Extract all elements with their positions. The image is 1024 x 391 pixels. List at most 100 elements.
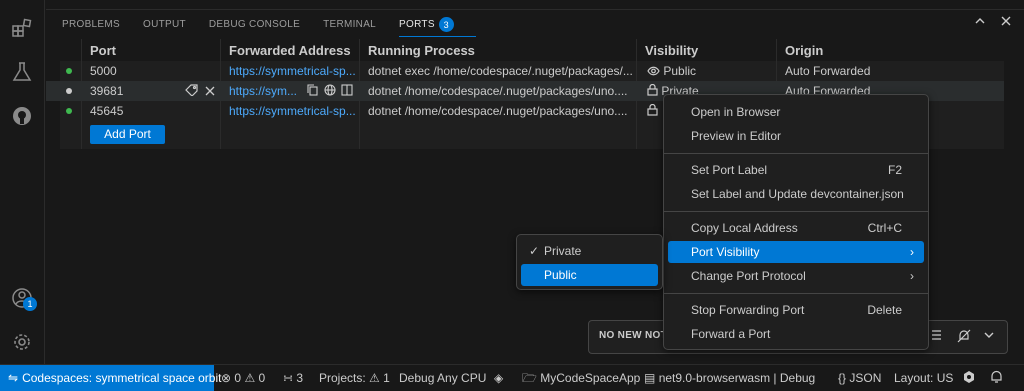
col-header-port[interactable]: Port [90, 40, 116, 62]
col-header-visibility[interactable]: Visibility [645, 40, 698, 62]
panel-tabs: PROBLEMS OUTPUT DEBUG CONSOLE TERMINAL P… [62, 17, 477, 37]
menu-item-copy-local-address[interactable]: Copy Local Address Ctrl+C [668, 217, 924, 239]
keyboard-layout-status[interactable]: Layout: US [894, 365, 953, 391]
language-mode-status[interactable]: {} JSON [838, 365, 881, 391]
target-icon: ▤ [644, 371, 656, 385]
tab-ports-label: PORTS [399, 19, 435, 31]
do-not-disturb-bell-icon[interactable] [957, 329, 971, 346]
error-count: 0 [234, 371, 242, 385]
broadcast-icon: ∺ [283, 371, 294, 385]
label-tag-icon[interactable] [185, 81, 199, 101]
forwarded-address-link[interactable]: https://sym... [229, 81, 301, 101]
panel-top-border [46, 0, 1024, 10]
forwarded-address-link[interactable]: https://symmetrical-sp... [229, 61, 357, 81]
clear-all-notifications-icon[interactable] [931, 329, 945, 346]
github-icon[interactable] [10, 104, 34, 128]
tab-ports[interactable]: PORTS 3 [399, 17, 476, 37]
close-panel-icon[interactable] [1000, 15, 1012, 30]
stop-forward-close-icon[interactable] [205, 81, 215, 101]
eye-icon [647, 66, 660, 76]
visibility-cell: Public [647, 61, 696, 81]
table-row[interactable]: 5000 https://symmetrical-sp... dotnet ex… [46, 61, 990, 81]
port-cell: 39681 [90, 84, 124, 98]
menu-item-label: Forward a Port [691, 327, 771, 341]
project-status[interactable]: 🗁 MyCodeSpaceApp [522, 365, 640, 391]
col-header-address[interactable]: Forwarded Address [229, 40, 351, 62]
tab-problems[interactable]: PROBLEMS [62, 17, 120, 33]
menu-item-stop-forwarding-port[interactable]: Stop Forwarding Port Delete [668, 299, 924, 321]
build-config-status[interactable]: Debug Any CPU [399, 365, 486, 391]
tab-terminal[interactable]: TERMINAL [323, 17, 376, 33]
menu-item-preview-in-editor[interactable]: Preview in Editor [668, 125, 924, 147]
warning-icon: ⚠ [369, 371, 380, 385]
running-process-cell: dotnet exec /home/codespace/.nuget/packa… [368, 64, 633, 78]
tab-debug-console[interactable]: DEBUG CONSOLE [209, 17, 300, 33]
menu-separator [664, 153, 928, 154]
port-status-dot [66, 108, 72, 114]
menu-item-label: Private [544, 244, 582, 258]
tab-output[interactable]: OUTPUT [143, 17, 186, 33]
menu-item-label: Set Label and Update devcontainer.json [691, 187, 904, 201]
menu-item-label: Change Port Protocol [691, 269, 806, 283]
lock-icon [647, 83, 658, 96]
debug-target-icon[interactable]: ◈ [494, 365, 503, 391]
port-context-menu: Open in Browser Preview in Editor Set Po… [663, 94, 929, 350]
remote-label: Codespaces: symmetrical space orbit [22, 371, 222, 385]
add-port-button[interactable]: Add Port [90, 125, 165, 144]
menu-item-label: Open in Browser [691, 105, 781, 119]
forwarded-address-link[interactable]: https://symmetrical-sp... [229, 101, 357, 121]
chevron-right-icon: › [910, 245, 914, 259]
hide-notifications-chevron-down-icon[interactable] [983, 329, 995, 346]
preview-in-editor-icon[interactable] [341, 81, 353, 101]
settings-gear-icon[interactable] [10, 330, 34, 354]
menu-shortcut: F2 [887, 163, 902, 177]
menu-item-change-port-protocol[interactable]: Change Port Protocol › [668, 265, 924, 287]
notification-text: NO NEW NOTI [599, 330, 671, 341]
remote-indicator[interactable]: ⇋ Codespaces: symmetrical space orbit [0, 365, 221, 391]
running-process-cell: dotnet /home/codespace/.nuget/packages/u… [368, 84, 628, 98]
language-mode: JSON [849, 371, 882, 385]
notifications-bell-icon[interactable] [990, 365, 1003, 391]
menu-item-set-port-label[interactable]: Set Port Label F2 [668, 159, 924, 181]
extensions-icon[interactable] [10, 16, 34, 40]
menu-item-open-in-browser[interactable]: Open in Browser [668, 101, 924, 123]
vscode-window: 1 PROBLEMS OUTPUT DEBUG CONSOLE TERMINAL… [0, 0, 1024, 391]
activity-bar: 1 [0, 0, 45, 364]
port-visibility-submenu: ✓ Private Public [516, 234, 663, 290]
col-header-origin[interactable]: Origin [785, 40, 823, 62]
lock-icon [647, 101, 658, 121]
notification-actions [931, 329, 995, 346]
submenu-item-private[interactable]: ✓ Private [521, 240, 658, 262]
submenu-item-public[interactable]: Public [521, 264, 658, 286]
copy-address-icon[interactable] [307, 81, 318, 101]
menu-separator [664, 293, 928, 294]
maximize-panel-icon[interactable] [974, 15, 986, 30]
projects-status[interactable]: Projects: ⚠ 1 [319, 365, 390, 391]
menu-item-label: Set Port Label [691, 163, 768, 177]
checkmark-icon: ✓ [529, 244, 540, 258]
ports-count: 3 [296, 371, 304, 385]
menu-item-port-visibility[interactable]: Port Visibility › [668, 241, 924, 263]
chevron-right-icon: › [910, 269, 914, 283]
menu-item-label: Public [544, 268, 577, 282]
col-header-process[interactable]: Running Process [368, 40, 475, 62]
menu-item-forward-a-port[interactable]: Forward a Port [668, 323, 924, 345]
projects-label: Projects: [319, 371, 366, 385]
menu-shortcut: Ctrl+C [867, 221, 902, 235]
menu-item-label: Stop Forwarding Port [691, 303, 805, 317]
copilot-icon[interactable] [962, 365, 976, 391]
problems-status[interactable]: ⊗ 0 ⚠ 0 [221, 365, 265, 391]
menu-item-set-label-update-devcontainer[interactable]: Set Label and Update devcontainer.json [668, 183, 924, 205]
error-icon: ⊗ [221, 371, 232, 385]
panel-actions [974, 15, 1012, 30]
forwarded-ports-status[interactable]: ∺ 3 [283, 365, 303, 391]
menu-item-label: Copy Local Address [691, 221, 798, 235]
port-status-dot [66, 88, 72, 94]
warning-count: 0 [258, 371, 266, 385]
open-in-browser-globe-icon[interactable] [324, 81, 336, 101]
port-status-dot [66, 68, 72, 74]
target-framework-status[interactable]: ▤ net9.0-browserwasm | Debug [644, 365, 815, 391]
menu-item-label: Preview in Editor [691, 129, 782, 143]
testing-icon[interactable] [10, 60, 34, 84]
remote-icon: ⇋ [8, 371, 19, 385]
